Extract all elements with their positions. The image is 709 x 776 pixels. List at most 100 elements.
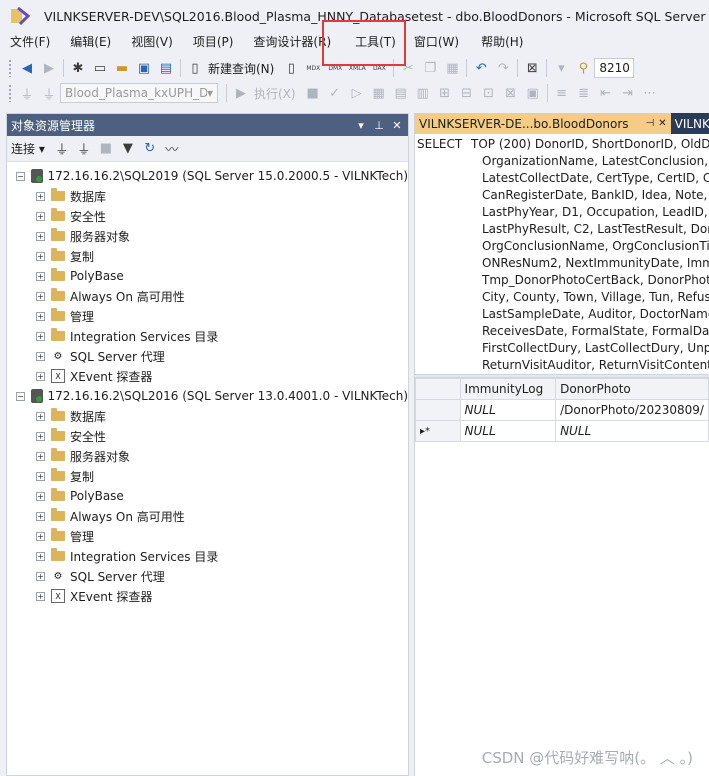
connect-server-icon[interactable]: ⏚ xyxy=(51,138,73,160)
estimated-plan-icon[interactable]: ⊞ xyxy=(434,82,456,104)
expand-icon[interactable]: + xyxy=(36,251,45,261)
cut-icon[interactable]: ✂ xyxy=(397,57,419,79)
menu-view[interactable]: 视图(V) xyxy=(121,32,183,52)
parse-icon[interactable]: ✓ xyxy=(324,82,346,104)
save-all-icon[interactable]: ▤ xyxy=(155,57,177,79)
pin-icon[interactable]: ⊣ xyxy=(646,118,655,129)
expand-icon[interactable]: + xyxy=(36,351,45,361)
uncomment-icon[interactable]: ≣ xyxy=(573,82,595,104)
sql-pane[interactable]: SELECT TOP (200) DonorID, ShortDonorID, O… xyxy=(415,134,709,374)
execute-icon[interactable]: ▶ xyxy=(230,82,252,104)
new-query-button[interactable]: 新建查询(N) xyxy=(208,60,274,77)
stop-icon[interactable]: ■ xyxy=(302,82,324,104)
new-project-icon[interactable]: ✱ xyxy=(67,57,89,79)
specify-values-icon[interactable]: ⋯ xyxy=(639,82,661,104)
execute-button[interactable]: 执行(X) xyxy=(254,85,296,102)
expand-icon[interactable]: + xyxy=(36,231,45,241)
expand-icon[interactable]: + xyxy=(36,451,45,461)
column-header[interactable]: ImmunityLog xyxy=(459,378,557,400)
expand-icon[interactable]: + xyxy=(36,191,45,201)
paste-icon[interactable]: ▦ xyxy=(441,57,463,79)
tree-node-always-on[interactable]: + Always On 高可用性 xyxy=(7,506,408,526)
results-grid-icon[interactable]: ▦ xyxy=(368,82,390,104)
menu-query-designer[interactable]: 查询设计器(R) xyxy=(243,32,341,52)
open-file-icon[interactable]: ▭ xyxy=(89,57,111,79)
disconnect-server-icon[interactable]: ⏚ xyxy=(73,138,95,160)
expand-icon[interactable]: + xyxy=(36,511,45,521)
grid-cell[interactable]: NULL xyxy=(555,420,709,442)
tree-node-sql-agent[interactable]: + ⚙ SQL Server 代理 xyxy=(7,566,408,586)
activity-icon[interactable]: 〰 xyxy=(161,138,183,160)
grid-cell[interactable]: /DonorPhoto/20230809/ xyxy=(555,399,709,421)
tree-node-sql-agent[interactable]: + ⚙ SQL Server 代理 xyxy=(7,346,408,366)
column-header[interactable]: DonorPhoto xyxy=(555,378,709,400)
menu-window[interactable]: 窗口(W) xyxy=(406,32,469,52)
tree-node-replication[interactable]: + 复制 xyxy=(7,246,408,266)
expand-icon[interactable]: + xyxy=(36,551,45,561)
database-selector[interactable]: Blood_Plasma_kxUPH_Da ▾ xyxy=(60,83,218,103)
close-icon[interactable]: ✕ xyxy=(390,119,404,132)
server-node[interactable]: − 172.16.16.2\SQL2019 (SQL Server 15.0.2… xyxy=(7,166,408,186)
query-options-icon[interactable]: ⊟ xyxy=(456,82,478,104)
find-icon[interactable]: ⚲ xyxy=(572,57,594,79)
dropdown-icon[interactable]: ▾ xyxy=(550,57,572,79)
collapse-icon[interactable]: − xyxy=(16,171,25,181)
tree-node-databases[interactable]: + 数据库 xyxy=(7,406,408,426)
outdent-icon[interactable]: ⇤ xyxy=(595,82,617,104)
menu-file[interactable]: 文件(F) xyxy=(0,32,60,52)
stop-icon[interactable]: ■ xyxy=(95,138,117,160)
open-folder-icon[interactable]: ▬ xyxy=(111,57,133,79)
tree-node-polybase[interactable]: + PolyBase xyxy=(7,266,408,286)
forward-icon[interactable]: ▶ xyxy=(38,57,60,79)
tree-node-server-objects[interactable]: + 服务器对象 xyxy=(7,446,408,466)
tree-node-integration-services[interactable]: + Integration Services 目录 xyxy=(7,546,408,566)
close-icon[interactable]: ✕ xyxy=(658,118,666,129)
tab-blood-donors[interactable]: VILNKSERVER-DE...bo.BloodDonors ⊣ ✕ xyxy=(415,113,671,134)
menu-help[interactable]: 帮助(H) xyxy=(469,32,533,52)
expand-icon[interactable]: + xyxy=(36,411,45,421)
tree-node-security[interactable]: + 安全性 xyxy=(7,426,408,446)
collapse-icon[interactable]: − xyxy=(16,391,25,401)
expand-icon[interactable]: + xyxy=(36,211,45,221)
save-icon[interactable]: ▣ xyxy=(133,57,155,79)
grid-cell[interactable]: NULL xyxy=(459,420,557,442)
mdx-icon[interactable]: MDX xyxy=(302,57,324,79)
expand-icon[interactable]: + xyxy=(36,331,45,341)
undo-icon[interactable]: ↶ xyxy=(470,57,492,79)
dax-icon[interactable]: DAX xyxy=(368,57,390,79)
panel-dropdown-icon[interactable]: ▾ xyxy=(354,119,368,132)
row-header[interactable]: ▸* xyxy=(415,420,461,442)
connect-dropdown[interactable]: 连接 ▾ xyxy=(11,140,45,157)
refresh-icon[interactable]: ↻ xyxy=(139,138,161,160)
live-stats-icon[interactable]: ⊠ xyxy=(500,82,522,104)
expand-icon[interactable]: + xyxy=(36,271,45,281)
expand-icon[interactable]: + xyxy=(36,431,45,441)
tree-node-server-objects[interactable]: + 服务器对象 xyxy=(7,226,408,246)
disconnect-icon[interactable]: ⏚ xyxy=(38,82,60,104)
toolbar-grip[interactable] xyxy=(8,84,12,102)
toolbar-grip[interactable] xyxy=(8,59,12,77)
tree-node-integration-services[interactable]: + Integration Services 目录 xyxy=(7,326,408,346)
tree-node-always-on[interactable]: + Always On 高可用性 xyxy=(7,286,408,306)
activity-monitor-icon[interactable]: ⊠ xyxy=(521,57,543,79)
xmla-icon[interactable]: XMLA xyxy=(346,57,368,79)
grid-corner[interactable] xyxy=(415,378,461,400)
expand-icon[interactable]: + xyxy=(36,311,45,321)
tree-node-management[interactable]: + 管理 xyxy=(7,306,408,326)
tree-node-management[interactable]: + 管理 xyxy=(7,526,408,546)
expand-icon[interactable]: + xyxy=(36,591,45,601)
row-header[interactable] xyxy=(415,399,461,421)
tree-node-polybase[interactable]: + PolyBase xyxy=(7,486,408,506)
tree-node-xevent[interactable]: + X XEvent 探查器 xyxy=(7,586,408,606)
client-stats-icon[interactable]: ▣ xyxy=(522,82,544,104)
pin-icon[interactable]: ⊥ xyxy=(372,119,386,132)
expand-icon[interactable]: + xyxy=(36,571,45,581)
expand-icon[interactable]: + xyxy=(36,291,45,301)
table-row[interactable]: NULL /DonorPhoto/20230809/ xyxy=(415,399,709,421)
number-field[interactable]: 8210 xyxy=(594,58,635,78)
expand-icon[interactable]: + xyxy=(36,491,45,501)
results-text-icon[interactable]: ▤ xyxy=(390,82,412,104)
server-node[interactable]: − 172.16.16.2\SQL2016 (SQL Server 13.0.4… xyxy=(7,386,408,406)
expand-icon[interactable]: + xyxy=(36,471,45,481)
expand-icon[interactable]: + xyxy=(36,531,45,541)
